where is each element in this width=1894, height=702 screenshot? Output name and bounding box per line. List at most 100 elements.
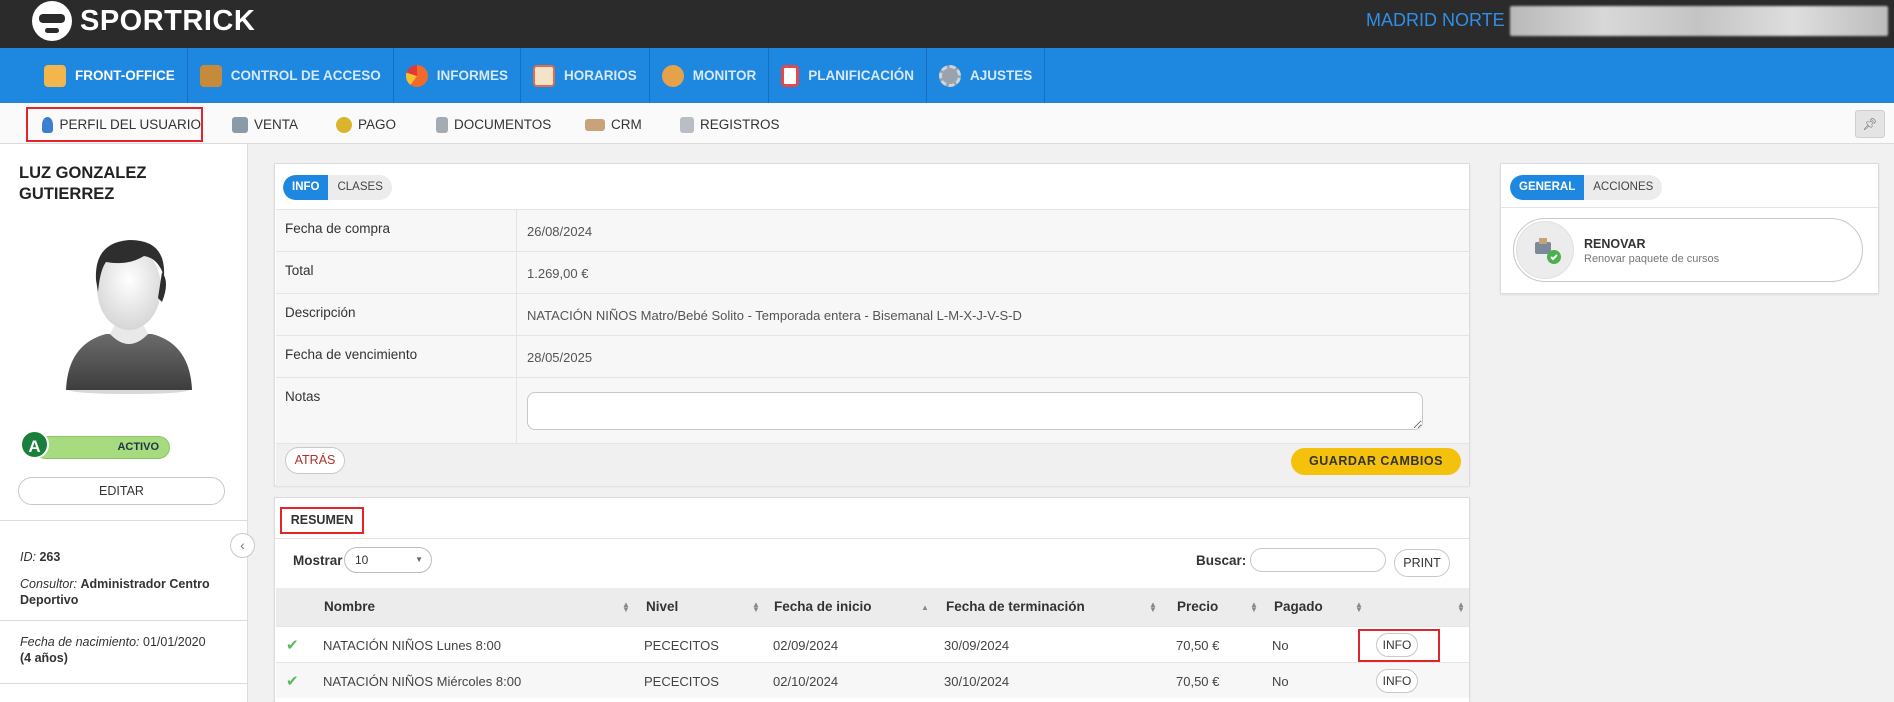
nav-label: MONITOR xyxy=(692,68,757,83)
row-value: NATACIÓN NIÑOS Matro/Bebé Solito - Tempo… xyxy=(516,294,1469,335)
nav-horarios[interactable]: HORARIOS xyxy=(521,48,650,103)
row-value: 26/08/2024 xyxy=(516,210,1469,251)
nav-monitor[interactable]: MONITOR xyxy=(650,48,770,103)
subnav-venta[interactable]: VENTA xyxy=(232,107,298,142)
row-info-button[interactable]: INFO xyxy=(1376,669,1418,693)
search-input[interactable] xyxy=(1250,548,1386,572)
user-name: LUZ GONZALEZ GUTIERREZ xyxy=(19,164,147,203)
row-label: Fecha de compra xyxy=(285,221,391,236)
page-size-select[interactable]: 10 ▼ xyxy=(344,547,432,573)
user-consultant: Consultor: Administrador Centro Deportiv… xyxy=(0,576,247,608)
nav-label: AJUSTES xyxy=(970,68,1033,83)
info-card: INFO CLASES Fecha de compra 26/08/2024 T… xyxy=(274,163,1470,486)
print-button[interactable]: PRINT xyxy=(1394,549,1450,577)
detail-row-vencimiento: Fecha de vencimiento 28/05/2025 xyxy=(276,335,1469,377)
subnav-label: PAGO xyxy=(358,117,397,132)
cell-nombre: NATACIÓN NIÑOS Lunes 8:00 xyxy=(323,638,501,653)
sort-icon[interactable]: ▲ ▼ xyxy=(622,601,630,614)
nav-label: FRONT-OFFICE xyxy=(75,68,175,83)
table-row: ✔ NATACIÓN NIÑOS Miércoles 8:00 PECECITO… xyxy=(276,662,1469,698)
sort-icon[interactable]: ▲ ▼ xyxy=(1149,601,1157,614)
row-value: 28/05/2025 xyxy=(516,336,1469,377)
nav-front-office[interactable]: FRONT-OFFICE xyxy=(34,48,188,103)
row-info-button[interactable]: INFO xyxy=(1376,633,1418,657)
row-label: Descripción xyxy=(285,305,356,320)
cell-nivel: PECECITOS xyxy=(644,638,719,653)
back-button[interactable]: ATRÁS xyxy=(285,447,345,474)
cell-inicio: 02/10/2024 xyxy=(773,674,839,689)
renew-subtitle: Renovar paquete de cursos xyxy=(1584,253,1720,265)
nav-informes[interactable]: INFORMES xyxy=(394,48,522,103)
row-value: 1.269,00 € xyxy=(516,252,1469,293)
planner-icon xyxy=(781,64,800,87)
nav-planificacion[interactable]: PLANIFICACIÓN xyxy=(769,48,928,103)
user-account-blurred[interactable] xyxy=(1510,6,1888,36)
subnav-label: PERFIL DEL USUARIO xyxy=(59,117,201,132)
subnav-perfil-del-usuario[interactable]: PERFIL DEL USUARIO xyxy=(26,107,203,142)
row-label: Total xyxy=(285,263,314,278)
user-sidebar: LUZ GONZALEZ GUTIERREZ ACTIVO A EDITAR I… xyxy=(0,144,248,702)
col-nivel[interactable]: Nivel xyxy=(646,588,678,626)
user-birthdate: Fecha de nacimiento: 01/01/2020 (4 años) xyxy=(0,634,247,666)
cell-nombre: NATACIÓN NIÑOS Miércoles 8:00 xyxy=(323,674,522,689)
check-icon: ✔ xyxy=(286,637,299,654)
id-value: 263 xyxy=(39,550,61,564)
user-id: ID: 263 xyxy=(0,549,247,565)
col-fecha-terminacion[interactable]: Fecha de terminación xyxy=(946,588,1085,626)
page-size-value: 10 xyxy=(355,553,369,567)
divider xyxy=(0,683,247,684)
edit-button[interactable]: EDITAR xyxy=(18,477,225,505)
site-selector[interactable]: MADRID NORTE xyxy=(1366,10,1505,31)
user-profile-icon xyxy=(42,116,54,133)
tab-info[interactable]: INFO xyxy=(283,175,329,200)
subnav-label: REGISTROS xyxy=(700,117,780,132)
sort-icon[interactable]: ▲ ▼ xyxy=(1250,601,1258,614)
subnav-documentos[interactable]: DOCUMENTOS xyxy=(436,107,551,142)
cell-precio: 70,50 € xyxy=(1176,674,1220,689)
sort-icon[interactable]: ▲ ▼ xyxy=(1355,601,1363,614)
age-value: (4 años) xyxy=(20,651,68,665)
pin-button[interactable]: 📌︎ xyxy=(1855,110,1885,138)
nav-control-de-acceso[interactable]: CONTROL DE ACCESO xyxy=(188,48,394,103)
status-badge: ACTIVO xyxy=(34,436,170,459)
main-nav: FRONT-OFFICE CONTROL DE ACCESO INFORMES … xyxy=(0,48,1894,103)
show-label: Mostrar xyxy=(293,553,343,568)
renew-action[interactable]: RENOVAR Renovar paquete de cursos xyxy=(1513,218,1863,282)
top-bar: SPORTRICK MADRID NORTE xyxy=(0,0,1894,48)
tab-clases[interactable]: CLASES xyxy=(328,175,391,200)
notes-textarea[interactable] xyxy=(527,392,1423,430)
collapse-sidebar-button[interactable]: ‹ xyxy=(230,533,255,558)
divider xyxy=(0,620,247,621)
nav-label: CONTROL DE ACCESO xyxy=(230,68,381,83)
check-icon: ✔ xyxy=(286,673,299,690)
sort-icon[interactable]: ▲ ▼ xyxy=(752,601,760,614)
col-pagado[interactable]: Pagado xyxy=(1274,588,1323,626)
sort-icon[interactable]: ▲ ▼ xyxy=(1457,601,1465,614)
logo[interactable]: SPORTRICK xyxy=(32,0,255,42)
tab-general[interactable]: GENERAL xyxy=(1510,175,1585,200)
cell-inicio: 02/09/2024 xyxy=(773,638,839,653)
cell-nivel: PECECITOS xyxy=(644,674,719,689)
sort-asc-icon[interactable]: ▲ xyxy=(921,604,929,612)
tab-acciones[interactable]: ACCIONES xyxy=(1584,175,1662,200)
subnav-pago[interactable]: PAGO xyxy=(336,107,396,142)
subnav-label: VENTA xyxy=(254,117,299,132)
document-icon xyxy=(436,116,448,133)
nav-ajustes[interactable]: AJUSTES xyxy=(927,48,1046,103)
avatar xyxy=(66,240,192,394)
detail-row-notas: Notas xyxy=(276,377,1469,443)
detail-row-descripcion: Descripción NATACIÓN NIÑOS Matro/Bebé So… xyxy=(276,293,1469,335)
col-nombre[interactable]: Nombre xyxy=(324,588,375,626)
nav-label: INFORMES xyxy=(436,68,509,83)
save-changes-button[interactable]: GUARDAR CAMBIOS xyxy=(1291,448,1461,475)
cell-precio: 70,50 € xyxy=(1176,638,1220,653)
chevron-left-icon: ‹ xyxy=(240,537,245,553)
col-precio[interactable]: Precio xyxy=(1177,588,1218,626)
status-indicator: ACTIVO A xyxy=(20,430,170,460)
divider xyxy=(0,520,247,521)
cell-fin: 30/10/2024 xyxy=(944,674,1010,689)
col-fecha-inicio[interactable]: Fecha de inicio xyxy=(774,588,872,626)
subnav-registros[interactable]: REGISTROS xyxy=(680,107,780,142)
subnav-crm[interactable]: CRM xyxy=(585,107,642,142)
cell-pagado: No xyxy=(1272,674,1289,689)
